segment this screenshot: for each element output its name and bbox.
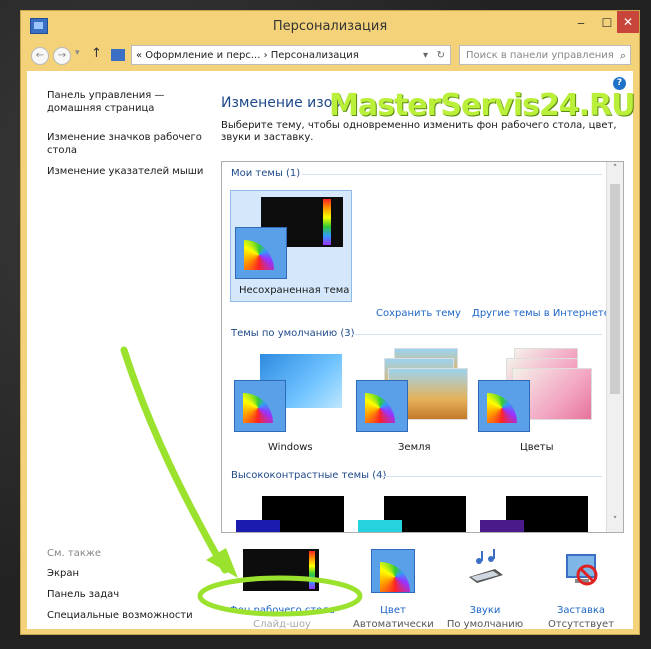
close-button[interactable]: ✕: [617, 11, 639, 33]
maximize-button[interactable]: ☐: [595, 13, 619, 33]
search-placeholder: Поиск в панели управления: [466, 50, 614, 61]
setting-value: Автоматически: [353, 619, 434, 630]
address-path: « Оформление и перс... › Персонализация: [136, 50, 359, 61]
scroll-up-button[interactable]: ˄: [607, 164, 623, 174]
color-palette-icon: [478, 380, 530, 432]
refresh-icon[interactable]: ↻: [437, 46, 445, 64]
wallpaper-decoration: [309, 551, 315, 589]
online-themes-link[interactable]: Другие темы в Интернете: [472, 308, 610, 319]
scroll-down-button[interactable]: ˅: [607, 516, 623, 526]
group-divider: [352, 334, 602, 335]
theme-list-scrollbar[interactable]: ˄ ˅: [606, 162, 623, 532]
color-palette-icon: [371, 549, 415, 593]
setting-value: По умолчанию: [446, 619, 524, 630]
title-bar[interactable]: Персонализация ‒ ☐ ✕: [21, 11, 639, 43]
theme-list[interactable]: Мои темы (1) Несохраненная тема Сохранит…: [221, 161, 624, 533]
theme-preview-decoration: [323, 199, 331, 245]
address-bar[interactable]: « Оформление и перс... › Персонализация …: [131, 45, 451, 65]
setting-value: Слайд-шоу: [253, 619, 311, 630]
color-swatch: [358, 520, 402, 532]
theme-label: Земля: [398, 442, 431, 453]
sidebar-home-link[interactable]: Панель управления — домашняя страница: [47, 89, 207, 115]
setting-name: Звуки: [469, 605, 501, 616]
group-my-themes: Мои темы (1): [231, 168, 301, 179]
content-area: ? Панель управления — домашняя страница …: [27, 71, 635, 630]
group-divider: [382, 476, 602, 477]
watermark: MasterServis24.RU: [329, 88, 635, 123]
color-swatch: [480, 520, 524, 532]
theme-unsaved[interactable]: Несохраненная тема: [230, 190, 352, 302]
setting-name: Заставка: [556, 605, 606, 616]
sidebar-link-desktop-icons[interactable]: Изменение значков рабочего стола: [47, 131, 207, 157]
setting-name: Цвет: [380, 605, 406, 616]
color-palette-icon: [356, 380, 408, 432]
color-swatch: [236, 520, 280, 532]
search-icon[interactable]: ⌕: [620, 46, 626, 66]
scrollbar-thumb[interactable]: [610, 184, 620, 394]
theme-label: Windows: [268, 442, 313, 453]
control-panel-icon: [111, 49, 125, 61]
search-input[interactable]: Поиск в панели управления ⌕: [459, 45, 631, 65]
back-button[interactable]: ←: [31, 47, 49, 65]
page-description: Выберите тему, чтобы одновременно измени…: [221, 120, 617, 143]
sidebar-link-mouse-pointers[interactable]: Изменение указателей мыши: [47, 165, 207, 178]
group-high-contrast-themes: Высококонтрастные темы (4): [231, 470, 387, 481]
screensaver-icon: [566, 554, 598, 586]
sounds-icon: [469, 549, 503, 583]
address-dropdown-icon[interactable]: ▾: [423, 46, 428, 64]
minimize-button[interactable]: ‒: [569, 13, 593, 33]
group-divider: [302, 174, 602, 175]
setting-name: Фон рабочего стола: [229, 605, 335, 616]
navigation-bar: ← → ▾ ↑ « Оформление и перс... › Персона…: [27, 43, 633, 69]
color-palette-icon: [234, 380, 286, 432]
window-title: Персонализация: [272, 19, 388, 34]
forward-button[interactable]: →: [53, 47, 71, 65]
theme-label: Цветы: [520, 442, 554, 453]
page-title: Изменение изоб: [221, 95, 341, 111]
group-default-themes: Темы по умолчанию (3): [231, 328, 355, 339]
recent-pages-button[interactable]: ▾: [75, 48, 80, 58]
color-palette-icon: [235, 227, 287, 279]
up-button[interactable]: ↑: [91, 46, 102, 61]
setting-value: Отсутствует: [547, 619, 615, 630]
wallpaper-thumbnail: [243, 549, 319, 591]
theme-label: Несохраненная тема: [239, 285, 350, 296]
save-theme-link[interactable]: Сохранить тему: [376, 308, 461, 319]
personalization-window: Персонализация ‒ ☐ ✕ ← → ▾ ↑ « Оформлени…: [20, 10, 640, 635]
settings-bar: Фон рабочего стола Слайд-шоу Цвет Автома…: [27, 537, 633, 630]
